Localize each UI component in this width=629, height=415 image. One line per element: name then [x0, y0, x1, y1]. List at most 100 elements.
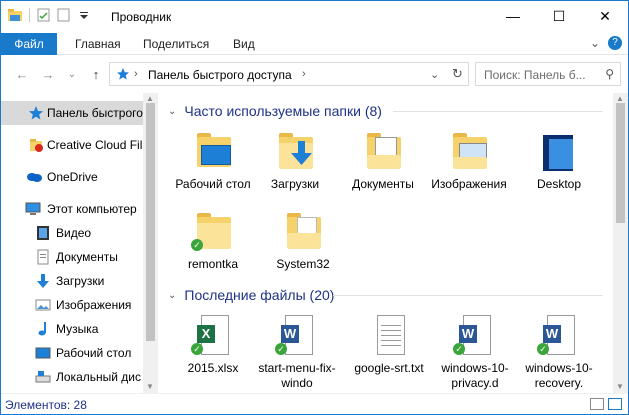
sidebar-item-label: Видео: [56, 226, 92, 240]
window-controls: — ☐ ✕: [490, 1, 628, 31]
sidebar-item-this-pc[interactable]: Этот компьютер: [1, 197, 143, 221]
sidebar-item-desktop[interactable]: Рабочий стол: [1, 341, 143, 365]
tile-label: google-srt.txt: [354, 361, 424, 375]
search-placeholder: Поиск: Панель б...: [484, 68, 586, 82]
recent-locations-button[interactable]: ⌄: [63, 65, 81, 83]
sidebar-item-downloads[interactable]: Загрузки: [1, 269, 143, 293]
tab-share[interactable]: Поделиться: [131, 33, 221, 55]
sync-ok-icon: ✓: [191, 239, 203, 251]
minimize-button[interactable]: —: [490, 1, 536, 31]
file-tile[interactable]: X ✓ 2015.xlsx: [172, 315, 254, 393]
chevron-down-icon[interactable]: ⌄: [168, 106, 176, 117]
view-switcher: [590, 398, 622, 410]
folder-tile[interactable]: Desktop: [518, 131, 600, 223]
sidebar-item-local-disk[interactable]: Локальный дис: [1, 365, 143, 389]
sidebar-item-label: Музыка: [56, 322, 99, 336]
content-scrollbar[interactable]: ▲ ▼: [613, 93, 628, 393]
tile-label: 2015.xlsx: [187, 361, 239, 375]
sidebar-item-documents[interactable]: Документы: [1, 245, 143, 269]
sidebar-item-label: OneDrive: [47, 170, 98, 184]
close-button[interactable]: ✕: [582, 1, 628, 31]
documents-folder-icon: [367, 131, 401, 171]
star-icon: [116, 67, 130, 84]
ribbon-expand-button[interactable]: ⌄: [590, 36, 600, 50]
file-tile[interactable]: W ✓ windows-10-privacy.d: [434, 315, 516, 393]
address-dropdown-icon[interactable]: ⌄: [430, 68, 439, 81]
folder-tile[interactable]: Рабочий стол: [172, 131, 254, 223]
tile-label: Документы: [352, 177, 414, 191]
scroll-up-icon[interactable]: ▲: [146, 94, 154, 103]
group-title: Последние файлы (20): [184, 287, 335, 303]
qat-dropdown-icon[interactable]: [76, 7, 92, 23]
content-scrollbar-thumb[interactable]: [616, 103, 625, 223]
creative-cloud-icon: [28, 137, 44, 153]
word-file-icon: W ✓: [537, 315, 577, 355]
excel-file-icon: X ✓: [191, 315, 231, 355]
scroll-up-icon[interactable]: ▲: [616, 94, 624, 103]
folder-tile[interactable]: Документы: [342, 131, 424, 223]
desktop-icon: [35, 345, 51, 361]
ribbon-right: ⌄ ?: [590, 36, 622, 50]
tab-file[interactable]: Файл: [1, 33, 57, 55]
downloads-folder-icon: [279, 131, 313, 171]
group-divider: [333, 295, 603, 296]
tab-home[interactable]: Главная: [63, 33, 133, 55]
properties-icon[interactable]: [36, 7, 52, 23]
sidebar-item-label: Этот компьютер: [47, 202, 137, 216]
sync-ok-icon: ✓: [537, 343, 549, 355]
sidebar-item-label: Рабочий стол: [56, 346, 132, 360]
tile-label: start-menu-fix-windo: [258, 361, 336, 390]
tab-view[interactable]: Вид: [221, 33, 267, 55]
pictures-icon: [35, 297, 51, 313]
scroll-down-icon[interactable]: ▼: [146, 382, 154, 391]
new-folder-icon[interactable]: [56, 7, 72, 23]
refresh-icon[interactable]: ↻: [452, 66, 463, 82]
address-separator-icon[interactable]: ›: [302, 68, 306, 80]
up-button[interactable]: ↑: [87, 65, 105, 83]
scroll-down-icon[interactable]: ▼: [616, 382, 624, 391]
forward-button[interactable]: →: [39, 65, 57, 83]
file-tile[interactable]: W ✓ windows-10-recovery.: [518, 315, 600, 393]
chevron-down-icon[interactable]: ⌄: [168, 290, 176, 301]
sidebar-item-music[interactable]: Музыка: [1, 317, 143, 341]
maximize-button[interactable]: ☐: [536, 1, 582, 31]
tile-label: Desktop: [536, 177, 582, 191]
items-count: Элементов: 28: [5, 398, 87, 412]
sidebar-scrollbar-thumb[interactable]: [146, 103, 155, 341]
sidebar-item-creative-cloud[interactable]: Creative Cloud Fil: [1, 133, 143, 157]
tile-label: System32: [276, 257, 330, 271]
folder-icon: [287, 211, 321, 251]
back-button[interactable]: ←: [13, 65, 31, 83]
window-title: Проводник: [111, 10, 172, 24]
file-tile[interactable]: W ✓ start-menu-fix-windo: [256, 315, 338, 393]
sidebar-item-pictures[interactable]: Изображения: [1, 293, 143, 317]
pictures-folder-icon: [453, 131, 487, 171]
sidebar-item-label: Панель быстрого: [47, 106, 143, 120]
details-view-icon[interactable]: [590, 398, 604, 410]
folder-tile[interactable]: Изображения: [428, 131, 510, 223]
sync-ok-icon: ✓: [275, 343, 287, 355]
sidebar-item-video[interactable]: Видео: [1, 221, 143, 245]
desktop-folder-icon: [197, 131, 231, 171]
sidebar-scrollbar[interactable]: ▲ ▼: [143, 93, 158, 393]
star-icon: [28, 105, 44, 121]
sidebar-item-onedrive[interactable]: OneDrive: [1, 165, 143, 189]
tile-label: windows-10-recovery.: [525, 361, 593, 390]
group-divider: [393, 111, 603, 112]
help-button[interactable]: ?: [608, 36, 622, 50]
sidebar-item-label: Загрузки: [56, 274, 105, 288]
search-input[interactable]: Поиск: Панель б... ⚲: [475, 62, 621, 86]
download-icon: [35, 273, 51, 289]
file-tile[interactable]: google-srt.txt: [348, 315, 430, 393]
address-bar[interactable]: › Панель быстрого доступа › ⌄ ↻: [109, 62, 469, 86]
sidebar-item-quick-access[interactable]: Панель быстрого: [1, 101, 143, 125]
sync-ok-icon: ✓: [191, 343, 203, 355]
navigation-pane: Панель быстрого Creative Cloud Fil OneDr…: [1, 93, 158, 393]
explorer-window: Проводник — ☐ ✕ Файл Главная Поделиться …: [0, 0, 629, 415]
tiles-view-icon[interactable]: [608, 398, 622, 410]
drive-icon: [35, 369, 51, 385]
quick-access-toolbar: [7, 7, 92, 23]
search-icon[interactable]: ⚲: [605, 67, 614, 81]
folder-tile[interactable]: Загрузки: [254, 131, 336, 223]
address-chevron-icon[interactable]: ›: [134, 68, 138, 80]
